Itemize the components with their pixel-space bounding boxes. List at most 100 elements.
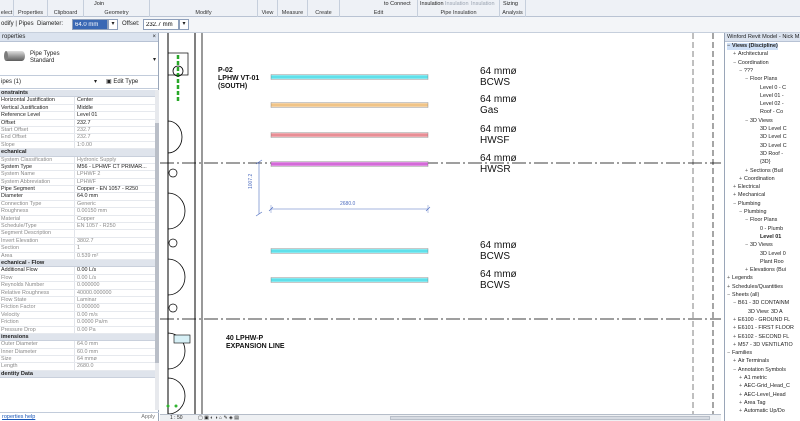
measure-group-label[interactable]: Measure	[278, 10, 307, 16]
browser-item[interactable]: Roof - Co	[755, 109, 783, 116]
property-row[interactable]: Relative Roughness 40000.000000	[0, 289, 155, 297]
property-row[interactable]: Reference Level Level 01	[0, 112, 155, 120]
browser-item[interactable]: + Coordination	[739, 176, 775, 183]
browser-item[interactable]: − Annotation Symbols	[733, 367, 786, 374]
property-row[interactable]: Start Offset 232.7	[0, 126, 155, 135]
view-group-label[interactable]: View	[258, 10, 277, 16]
offset-dropdown-icon[interactable]: ▾	[179, 19, 189, 30]
browser-item[interactable]: − Families	[727, 350, 752, 357]
create-group-label[interactable]: Create	[308, 10, 339, 16]
pipe-label[interactable]: 64 mmø BCWS	[480, 269, 517, 291]
browser-item[interactable]: −3D Views	[745, 118, 773, 125]
browser-item[interactable]: + Legends	[727, 275, 753, 282]
browser-item[interactable]: Level 01 -	[755, 93, 784, 100]
property-row[interactable]: Pressure Drop 0.00 Pa	[0, 326, 155, 334]
browser-item[interactable]: + Mechanical	[733, 192, 765, 199]
property-value[interactable]: 0.00 L/s	[75, 267, 155, 273]
browser-item[interactable]: + Architectural	[733, 51, 768, 58]
browser-item[interactable]: Plant Roo	[755, 259, 784, 266]
property-value[interactable]: Level 01	[75, 112, 155, 118]
property-row[interactable]: Outer Diameter 64.0 mm	[0, 341, 155, 349]
horizontal-scrollbar[interactable]	[390, 416, 710, 420]
add-insulation-button[interactable]: Insulation	[420, 1, 444, 7]
pipe-label[interactable]: 64 mmø BCWS	[480, 66, 517, 88]
property-value[interactable]: M56 - LPHWF CT PRIMAR...	[75, 164, 155, 170]
browser-item[interactable]: + AEC-Grid_Head_C	[739, 383, 790, 390]
browser-item[interactable]: Level 0 - C	[755, 85, 786, 92]
browser-item[interactable]: − Floor Plans	[745, 76, 777, 83]
chevron-down-icon[interactable]: ▾	[153, 56, 156, 63]
property-value[interactable]: Middle	[75, 105, 155, 111]
browser-item[interactable]: −???	[739, 68, 753, 75]
property-row[interactable]: System Type M56 - LPHWF CT PRIMAR...	[0, 163, 155, 172]
browser-item[interactable]: + Air Terminals	[733, 358, 769, 365]
instance-dropdown-icon[interactable]: ▾	[94, 78, 97, 85]
ribbon-select-label[interactable]: elect	[0, 10, 13, 16]
view-scale[interactable]: 1 : 50	[170, 415, 183, 421]
property-row[interactable]: Flow 0.00 L/s	[0, 274, 155, 283]
property-row[interactable]: Segment Description	[0, 230, 155, 238]
browser-item[interactable]: 0 - Plumb	[755, 226, 783, 233]
property-row[interactable]: System Abbreviation LPHWF	[0, 178, 155, 187]
property-row[interactable]: Friction Factor 0.000000	[0, 304, 155, 312]
browser-item[interactable]: {3D}	[755, 159, 771, 166]
expansion-tag[interactable]: 40 LPHW-P EXPANSION LINE	[226, 335, 285, 351]
property-row[interactable]: Flow State Laminar	[0, 296, 155, 305]
properties-section-header[interactable]: imensions	[0, 333, 155, 342]
browser-item[interactable]: + Schedules/Quantities	[727, 284, 783, 291]
type-selector[interactable]: Pipe Types Standard ▾	[0, 42, 158, 76]
pipe-label[interactable]: 64 mmø Gas	[480, 94, 517, 116]
browser-item[interactable]: 3D Roof -	[755, 151, 783, 158]
property-row[interactable]: Area 0.539 m²	[0, 252, 155, 260]
browser-item[interactable]: + E6100 - GROUND FL	[733, 317, 790, 324]
drawing-area[interactable]: P-02 LPHW VT-01 (SOUTH) 40 LPHW-P EXPANS…	[160, 33, 721, 414]
property-row[interactable]: System Name LPHWF 2	[0, 171, 155, 179]
pipe-label[interactable]: 64 mmø HWSR	[480, 153, 517, 175]
property-row[interactable]: Velocity 0.00 m/s	[0, 311, 155, 320]
property-value[interactable]: Center	[75, 97, 155, 103]
browser-item[interactable]: − B61 - 3D CONTAINM	[733, 300, 789, 307]
property-row[interactable]: Section 1	[0, 245, 155, 253]
properties-scroll-thumb[interactable]	[155, 123, 159, 363]
browser-item[interactable]: + E6102 - SECOND FL	[733, 334, 789, 341]
property-row[interactable]: Length 2680.0	[0, 363, 155, 371]
properties-section-header[interactable]: echanical - Flow	[0, 259, 155, 268]
offset-field[interactable]	[143, 19, 179, 30]
property-row[interactable]: Material Copper	[0, 215, 155, 224]
pipe-label[interactable]: 64 mmø BCWS	[480, 240, 517, 262]
browser-item[interactable]: + AEC-Level_Head	[739, 392, 786, 399]
remove-insulation-button[interactable]: Insulation	[471, 1, 495, 7]
browser-item[interactable]: 3D Level C	[755, 134, 787, 141]
close-icon[interactable]: ×	[152, 33, 156, 42]
properties-section-header[interactable]: dentity Data	[0, 370, 155, 379]
browser-item[interactable]: + E6101 - FIRST FLOOR	[733, 325, 794, 332]
sizing-button[interactable]: Sizing	[503, 1, 518, 7]
properties-help-link[interactable]: roperties help	[2, 413, 35, 421]
property-row[interactable]: System Classification Hydronic Supply	[0, 156, 155, 164]
property-value[interactable]: 232.7	[75, 120, 155, 126]
properties-section-header[interactable]: onstraints	[0, 90, 155, 98]
browser-item[interactable]: − Plumbing	[733, 201, 760, 208]
property-row[interactable]: Roughness 0.00150 mm	[0, 208, 155, 216]
browser-item[interactable]: + Area Tag	[739, 400, 765, 407]
properties-ribbon-button[interactable]: Properties	[14, 10, 47, 16]
pipe-label[interactable]: 64 mmø HWSF	[480, 124, 517, 146]
property-value[interactable]: 64.0 mm	[75, 193, 155, 199]
riser-tag[interactable]: P-02 LPHW VT-01 (SOUTH)	[218, 67, 259, 91]
browser-item[interactable]: − Plumbing	[739, 209, 766, 216]
property-row[interactable]: Reynolds Number 0.000000	[0, 282, 155, 290]
browser-item[interactable]: Level 02 -	[755, 101, 784, 108]
edit-insulation-button[interactable]: Insulation	[445, 1, 469, 7]
browser-item[interactable]: − Views (Discipline)	[727, 43, 778, 50]
connect-button[interactable]: to Connect	[384, 1, 411, 7]
property-row[interactable]: Invert Elevation 3802.7	[0, 237, 155, 246]
property-row[interactable]: End Offset 232.7	[0, 134, 155, 142]
browser-item[interactable]: − Coordination	[733, 60, 769, 67]
browser-item[interactable]: 3D Level C	[755, 126, 787, 133]
diameter-field[interactable]	[72, 19, 108, 30]
browser-item[interactable]: + Automatic Up/Do	[739, 408, 785, 415]
diameter-dropdown-icon[interactable]: ▾	[108, 19, 118, 30]
edit-type-button[interactable]: ▣ Edit Type	[106, 77, 138, 87]
property-row[interactable]: Friction 0.0000 Pa/m	[0, 319, 155, 327]
browser-item[interactable]: Level 01	[755, 234, 781, 241]
